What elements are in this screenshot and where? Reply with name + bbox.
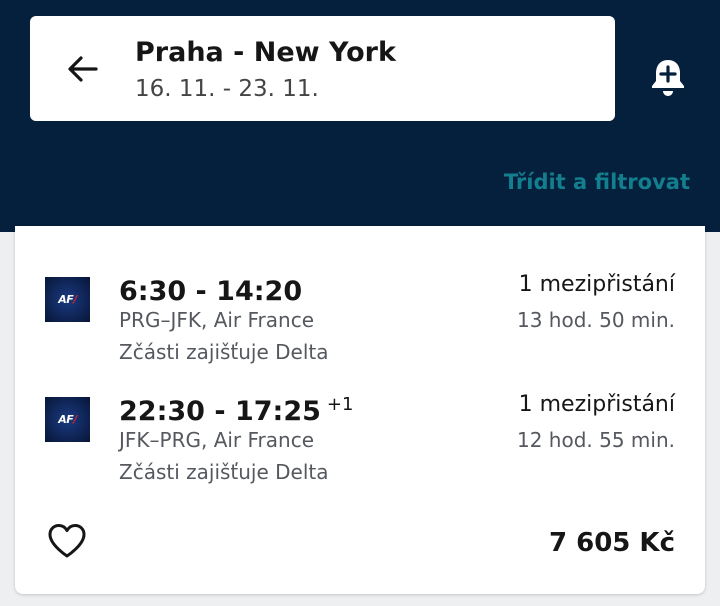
airline-logo-mark: / bbox=[73, 293, 77, 306]
airline-logo-text: AF bbox=[58, 413, 74, 426]
leg-times: 6:30 - 14:20 bbox=[119, 268, 308, 309]
back-button[interactable] bbox=[60, 46, 106, 92]
leg-times-text: 6:30 - 14:20 bbox=[119, 276, 303, 307]
search-route: Praha - New York bbox=[135, 37, 396, 68]
favorite-button[interactable] bbox=[45, 520, 89, 562]
day-offset: +1 bbox=[326, 394, 354, 415]
sort-filter-link[interactable]: Třídit a filtrovat bbox=[504, 170, 690, 194]
arrow-left-icon bbox=[68, 56, 98, 82]
airline-logo-text: AF bbox=[58, 293, 74, 306]
airline-logo: AF / bbox=[45, 277, 90, 322]
leg-times-text: 22:30 - 17:25 bbox=[119, 396, 321, 427]
leg-route-airline: JFK–PRG, Air France bbox=[119, 428, 315, 452]
bell-plus-icon bbox=[652, 60, 684, 96]
price-alert-button[interactable] bbox=[645, 54, 691, 100]
leg-operated-by: Zčásti zajišťuje Delta bbox=[119, 460, 329, 484]
outbound-leg: AF/ 6:30 - 14:20 PRG–JFK, Air France Zčá… bbox=[15, 266, 705, 376]
leg-route-airline: PRG–JFK, Air France bbox=[119, 308, 315, 332]
airline-logo: AF / bbox=[45, 397, 90, 442]
return-leg: AF/ 22:30 - 17:25 +1 JFK–PRG, Air France … bbox=[15, 386, 705, 496]
flight-result-card[interactable]: AF/ 6:30 - 14:20 PRG–JFK, Air France Zčá… bbox=[15, 226, 705, 594]
heart-icon bbox=[48, 524, 86, 558]
airline-logo-mark: / bbox=[73, 413, 77, 426]
leg-duration: 13 hod. 50 min. bbox=[516, 308, 675, 332]
search-dates: 16. 11. - 23. 11. bbox=[135, 76, 319, 102]
leg-operated-by: Zčásti zajišťuje Delta bbox=[119, 340, 329, 364]
leg-times: 22:30 - 17:25 +1 bbox=[119, 388, 353, 429]
leg-stops: 1 mezipřistání bbox=[518, 392, 675, 417]
leg-stops: 1 mezipřistání bbox=[518, 272, 675, 297]
price: 7 605 Kč bbox=[548, 528, 675, 558]
leg-duration: 12 hod. 55 min. bbox=[516, 428, 675, 452]
header: Praha - New York 16. 11. - 23. 11. Třídi… bbox=[0, 0, 720, 232]
